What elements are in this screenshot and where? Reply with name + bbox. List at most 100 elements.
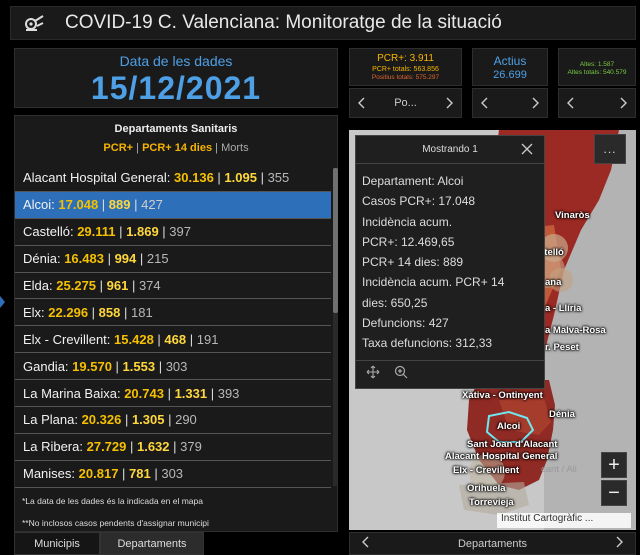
map-attribution[interactable]: Institut Cartogràfic ...	[497, 513, 631, 528]
separator: |	[150, 466, 162, 482]
map-label-elxcrev: Elx - Crevillent	[453, 465, 519, 476]
more-options-button[interactable]: ...	[594, 134, 626, 164]
note-date: *La data de les dades és la indicada en …	[22, 496, 203, 506]
note-pending: **No inclosos casos pendents d'assignar …	[22, 518, 209, 528]
department-rows: Alacant Hospital General: 30.136 | 1.095…	[15, 165, 331, 488]
separator: |	[98, 197, 109, 213]
zoom-to-icon[interactable]	[394, 365, 408, 384]
department-name: Elda:	[23, 278, 53, 293]
map-view[interactable]: Vinaròs stelló ana a - Llíria a Malva-Ro…	[349, 130, 636, 530]
pcr-pager: Po...	[349, 88, 462, 118]
pcr14-value: 889	[108, 197, 131, 213]
pcr-value: 29.111	[77, 224, 116, 240]
map-label-denia: Dénia	[549, 409, 575, 420]
separator: |	[136, 251, 147, 267]
deaths-value: 303	[161, 466, 184, 482]
separator: |	[153, 331, 165, 347]
department-name: La Ribera:	[23, 439, 83, 455]
separator: |	[213, 170, 225, 186]
list-scrollbar[interactable]	[333, 168, 338, 486]
popup-line: dies: 650,25	[362, 295, 428, 310]
deaths-value: 427	[141, 197, 163, 213]
pcr14-value: 1.095	[224, 170, 257, 186]
separator: |	[256, 170, 268, 186]
pcr-value: 20.743	[124, 385, 164, 401]
legend-pcr14: PCR+ 14 dies	[142, 142, 213, 154]
department-row[interactable]: Gandia: 19.570 | 1.553 | 303	[15, 353, 331, 381]
pcr-value: 20.817	[78, 466, 119, 482]
popup-line: Incidència acum.	[362, 214, 453, 229]
separator: |	[128, 278, 139, 293]
close-icon[interactable]	[520, 142, 534, 156]
pcr14-value: 961	[106, 278, 129, 293]
scrollbar-thumb[interactable]	[333, 168, 338, 313]
map-label-orihuela: Orihuela	[467, 483, 506, 494]
pcr-value: 16.483	[64, 251, 104, 267]
collapse-arrow-icon[interactable]	[0, 293, 6, 311]
deaths-value: 290	[175, 412, 197, 428]
date-panel: Data de les dades 15/12/2021	[14, 48, 338, 108]
department-row[interactable]: La Plana: 20.326 | 1.305 | 290	[15, 407, 331, 434]
tab-departaments[interactable]: Departaments	[100, 532, 204, 555]
next-arrow-icon[interactable]	[615, 536, 623, 551]
separator: |	[164, 412, 176, 428]
prev-arrow-icon[interactable]	[479, 96, 491, 110]
department-row[interactable]: Castelló: 29.111 | 1.869 | 397	[15, 219, 331, 246]
actius-value: 26.699	[493, 69, 527, 81]
department-row[interactable]: Elda: 25.275 | 961 | 374	[15, 273, 331, 300]
separator: |	[115, 224, 127, 240]
list-title: Departaments Sanitaris	[114, 123, 238, 135]
separator: |	[169, 439, 181, 455]
department-row[interactable]: Dénia: 16.483 | 994 | 215	[15, 246, 331, 273]
popup-line: PCR+ 14 dies: 889	[362, 255, 464, 270]
popup-line: Taxa defuncions: 312,33	[362, 336, 493, 351]
separator: |	[207, 385, 218, 401]
pcr-total: PCR+ totals: 563.856	[372, 66, 439, 73]
department-row[interactable]: Elx - Crevillent: 15.428 | 468 | 191	[15, 326, 331, 354]
prev-arrow-icon[interactable]	[356, 96, 368, 110]
department-row[interactable]: Alcoi: 17.048 | 889 | 427	[15, 191, 331, 219]
app-header: COVID-19 C. Valenciana: Monitoratge de l…	[10, 6, 636, 40]
map-label-alcoi: Alcoi	[497, 421, 521, 432]
map-pager: Departaments	[349, 532, 636, 555]
altes-stat-card: Altes: 1.587 Altes totals: 540.579	[558, 48, 636, 86]
map-label-alacant-dim: cant / Ali	[541, 464, 577, 475]
pcr-value: 17.048	[58, 197, 99, 213]
popup-header: Mostrando 1	[356, 136, 544, 164]
department-row[interactable]: La Marina Baixa: 20.743 | 1.331 | 393	[15, 380, 331, 408]
department-row[interactable]: Alacant Hospital General: 30.136 | 1.095…	[15, 165, 331, 192]
separator: |	[121, 412, 132, 428]
department-name: Alcoi:	[23, 197, 55, 213]
map-label-alacant: Alacant Hospital General	[445, 451, 558, 462]
actius-pager	[472, 88, 548, 118]
pcr-value: 30.136	[174, 170, 214, 186]
popup-line: Defuncions: 427	[362, 316, 449, 331]
department-row[interactable]: Manises: 20.817 | 781 | 303	[15, 461, 331, 488]
zoom-out-button[interactable]: −	[601, 480, 627, 506]
altes-daily: Altes: 1.587	[579, 61, 615, 68]
next-arrow-icon[interactable]	[617, 96, 629, 110]
tab-municipis[interactable]: Municipis	[14, 532, 100, 555]
pcr-value: 27.729	[86, 439, 127, 455]
separator: |	[120, 304, 131, 320]
next-arrow-icon[interactable]	[443, 96, 455, 110]
legend-pcr: PCR+	[103, 142, 134, 154]
department-row[interactable]: Elx: 22.296 | 858 | 181	[15, 299, 331, 327]
map-label-santjoan: Sant Joan d'Alacant	[467, 439, 558, 450]
map-label-torrevieja: Torrevieja	[469, 497, 514, 508]
pan-to-icon[interactable]	[366, 365, 380, 384]
zoom-in-button[interactable]: +	[601, 452, 627, 478]
department-row[interactable]: La Ribera: 27.729 | 1.632 | 379	[15, 434, 331, 461]
map-pager-label: Departaments	[457, 537, 528, 550]
department-name: La Plana:	[23, 412, 78, 428]
pcr-value: 25.275	[56, 278, 97, 293]
next-arrow-icon[interactable]	[529, 96, 541, 110]
prev-arrow-icon[interactable]	[565, 96, 577, 110]
deaths-value: 181	[130, 304, 153, 320]
prev-arrow-icon[interactable]	[362, 536, 370, 551]
separator: |	[118, 466, 130, 482]
department-name: Dénia:	[23, 251, 61, 267]
map-label-lliria: a - Llíria	[545, 303, 582, 314]
legend-morts: Morts	[221, 142, 249, 154]
map-label-vinaros: Vinaròs	[555, 210, 590, 221]
